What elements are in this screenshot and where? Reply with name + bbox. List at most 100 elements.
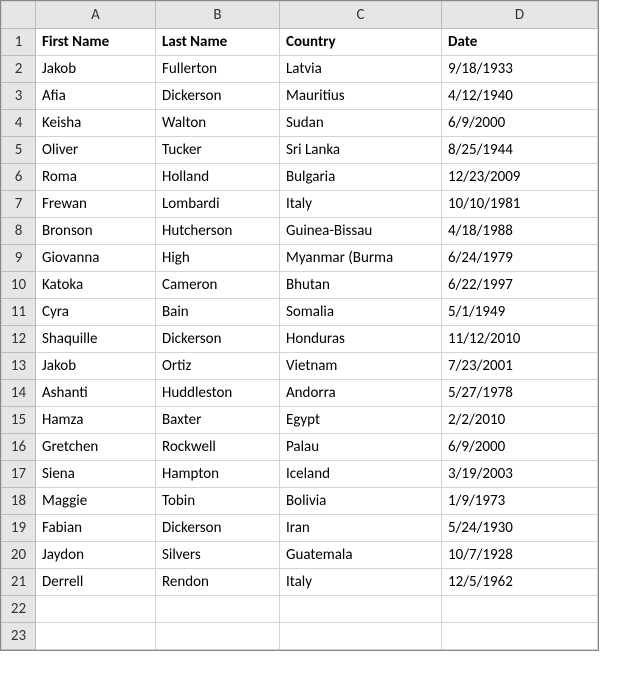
row-header-16[interactable]: 16 [2, 434, 36, 461]
cell-C[interactable]: Vietnam [280, 353, 442, 380]
row-header-15[interactable]: 15 [2, 407, 36, 434]
cell-C[interactable]: Honduras [280, 326, 442, 353]
cell-D[interactable]: 5/24/1930 [442, 515, 598, 542]
cell-B[interactable]: Hampton [156, 461, 280, 488]
cell-B[interactable]: High [156, 245, 280, 272]
cell-A[interactable]: Roma [36, 164, 156, 191]
column-header-B[interactable]: B [156, 2, 280, 29]
row-header-10[interactable]: 10 [2, 272, 36, 299]
cell-A[interactable]: Giovanna [36, 245, 156, 272]
row-header-20[interactable]: 20 [2, 542, 36, 569]
cell-D[interactable]: 10/10/1981 [442, 191, 598, 218]
cell-C[interactable]: Mauritius [280, 83, 442, 110]
cell-D[interactable]: Date [442, 29, 598, 56]
cell-C[interactable]: Bolivia [280, 488, 442, 515]
cell-D[interactable]: 8/25/1944 [442, 137, 598, 164]
cell-C[interactable]: Sudan [280, 110, 442, 137]
row-header-1[interactable]: 1 [2, 29, 36, 56]
cell-B[interactable]: Rendon [156, 569, 280, 596]
cell-A[interactable]: Frewan [36, 191, 156, 218]
cell-C[interactable]: Bulgaria [280, 164, 442, 191]
select-all-corner[interactable] [2, 2, 36, 29]
cell-C[interactable]: Sri Lanka [280, 137, 442, 164]
cell-C[interactable]: Somalia [280, 299, 442, 326]
cell-A[interactable]: Jakob [36, 353, 156, 380]
cell-B[interactable]: Walton [156, 110, 280, 137]
cell-C[interactable]: Iceland [280, 461, 442, 488]
cell-B[interactable]: Silvers [156, 542, 280, 569]
column-header-A[interactable]: A [36, 2, 156, 29]
cell-B[interactable]: Holland [156, 164, 280, 191]
cell-A[interactable]: Hamza [36, 407, 156, 434]
row-header-5[interactable]: 5 [2, 137, 36, 164]
cell-A[interactable]: Maggie [36, 488, 156, 515]
row-header-18[interactable]: 18 [2, 488, 36, 515]
cell-A[interactable]: Oliver [36, 137, 156, 164]
row-header-23[interactable]: 23 [2, 623, 36, 650]
row-header-17[interactable]: 17 [2, 461, 36, 488]
row-header-11[interactable]: 11 [2, 299, 36, 326]
column-header-D[interactable]: D [442, 2, 598, 29]
cell-A[interactable]: Ashanti [36, 380, 156, 407]
cell-A[interactable]: Shaquille [36, 326, 156, 353]
cell-D[interactable]: 6/9/2000 [442, 434, 598, 461]
cell-A[interactable]: Keisha [36, 110, 156, 137]
row-header-2[interactable]: 2 [2, 56, 36, 83]
cell-B[interactable]: Hutcherson [156, 218, 280, 245]
spreadsheet-grid[interactable]: A B C D 1First NameLast NameCountryDate2… [0, 0, 599, 651]
cell-C[interactable]: Bhutan [280, 272, 442, 299]
cell-A[interactable] [36, 596, 156, 623]
cell-D[interactable]: 7/23/2001 [442, 353, 598, 380]
row-header-4[interactable]: 4 [2, 110, 36, 137]
cell-D[interactable]: 9/18/1933 [442, 56, 598, 83]
cell-B[interactable]: Dickerson [156, 515, 280, 542]
cell-D[interactable]: 6/24/1979 [442, 245, 598, 272]
cell-B[interactable]: Dickerson [156, 326, 280, 353]
cell-B[interactable]: Tucker [156, 137, 280, 164]
cell-C[interactable] [280, 623, 442, 650]
cell-D[interactable]: 5/27/1978 [442, 380, 598, 407]
cell-D[interactable]: 3/19/2003 [442, 461, 598, 488]
cell-D[interactable]: 4/12/1940 [442, 83, 598, 110]
cell-D[interactable] [442, 623, 598, 650]
cell-A[interactable]: Fabian [36, 515, 156, 542]
row-header-19[interactable]: 19 [2, 515, 36, 542]
row-header-6[interactable]: 6 [2, 164, 36, 191]
row-header-22[interactable]: 22 [2, 596, 36, 623]
cell-D[interactable]: 12/23/2009 [442, 164, 598, 191]
cell-C[interactable]: Guinea-Bissau [280, 218, 442, 245]
cell-A[interactable] [36, 623, 156, 650]
cell-C[interactable]: Egypt [280, 407, 442, 434]
cell-A[interactable]: Bronson [36, 218, 156, 245]
cell-C[interactable]: Country [280, 29, 442, 56]
row-header-21[interactable]: 21 [2, 569, 36, 596]
row-header-13[interactable]: 13 [2, 353, 36, 380]
column-header-C[interactable]: C [280, 2, 442, 29]
cell-A[interactable]: Siena [36, 461, 156, 488]
cell-B[interactable]: Lombardi [156, 191, 280, 218]
cell-B[interactable]: Huddleston [156, 380, 280, 407]
cell-C[interactable]: Iran [280, 515, 442, 542]
cell-A[interactable]: First Name [36, 29, 156, 56]
row-header-14[interactable]: 14 [2, 380, 36, 407]
cell-C[interactable]: Guatemala [280, 542, 442, 569]
cell-C[interactable]: Latvia [280, 56, 442, 83]
cell-A[interactable]: Derrell [36, 569, 156, 596]
cell-A[interactable]: Katoka [36, 272, 156, 299]
cell-D[interactable]: 4/18/1988 [442, 218, 598, 245]
row-header-8[interactable]: 8 [2, 218, 36, 245]
cell-B[interactable]: Rockwell [156, 434, 280, 461]
row-header-7[interactable]: 7 [2, 191, 36, 218]
cell-B[interactable] [156, 623, 280, 650]
cell-C[interactable]: Palau [280, 434, 442, 461]
row-header-12[interactable]: 12 [2, 326, 36, 353]
cell-D[interactable]: 2/2/2010 [442, 407, 598, 434]
cell-D[interactable] [442, 596, 598, 623]
cell-C[interactable]: Italy [280, 569, 442, 596]
cell-B[interactable] [156, 596, 280, 623]
cell-D[interactable]: 6/9/2000 [442, 110, 598, 137]
cell-B[interactable]: Baxter [156, 407, 280, 434]
row-header-9[interactable]: 9 [2, 245, 36, 272]
cell-A[interactable]: Afia [36, 83, 156, 110]
cell-B[interactable]: Bain [156, 299, 280, 326]
